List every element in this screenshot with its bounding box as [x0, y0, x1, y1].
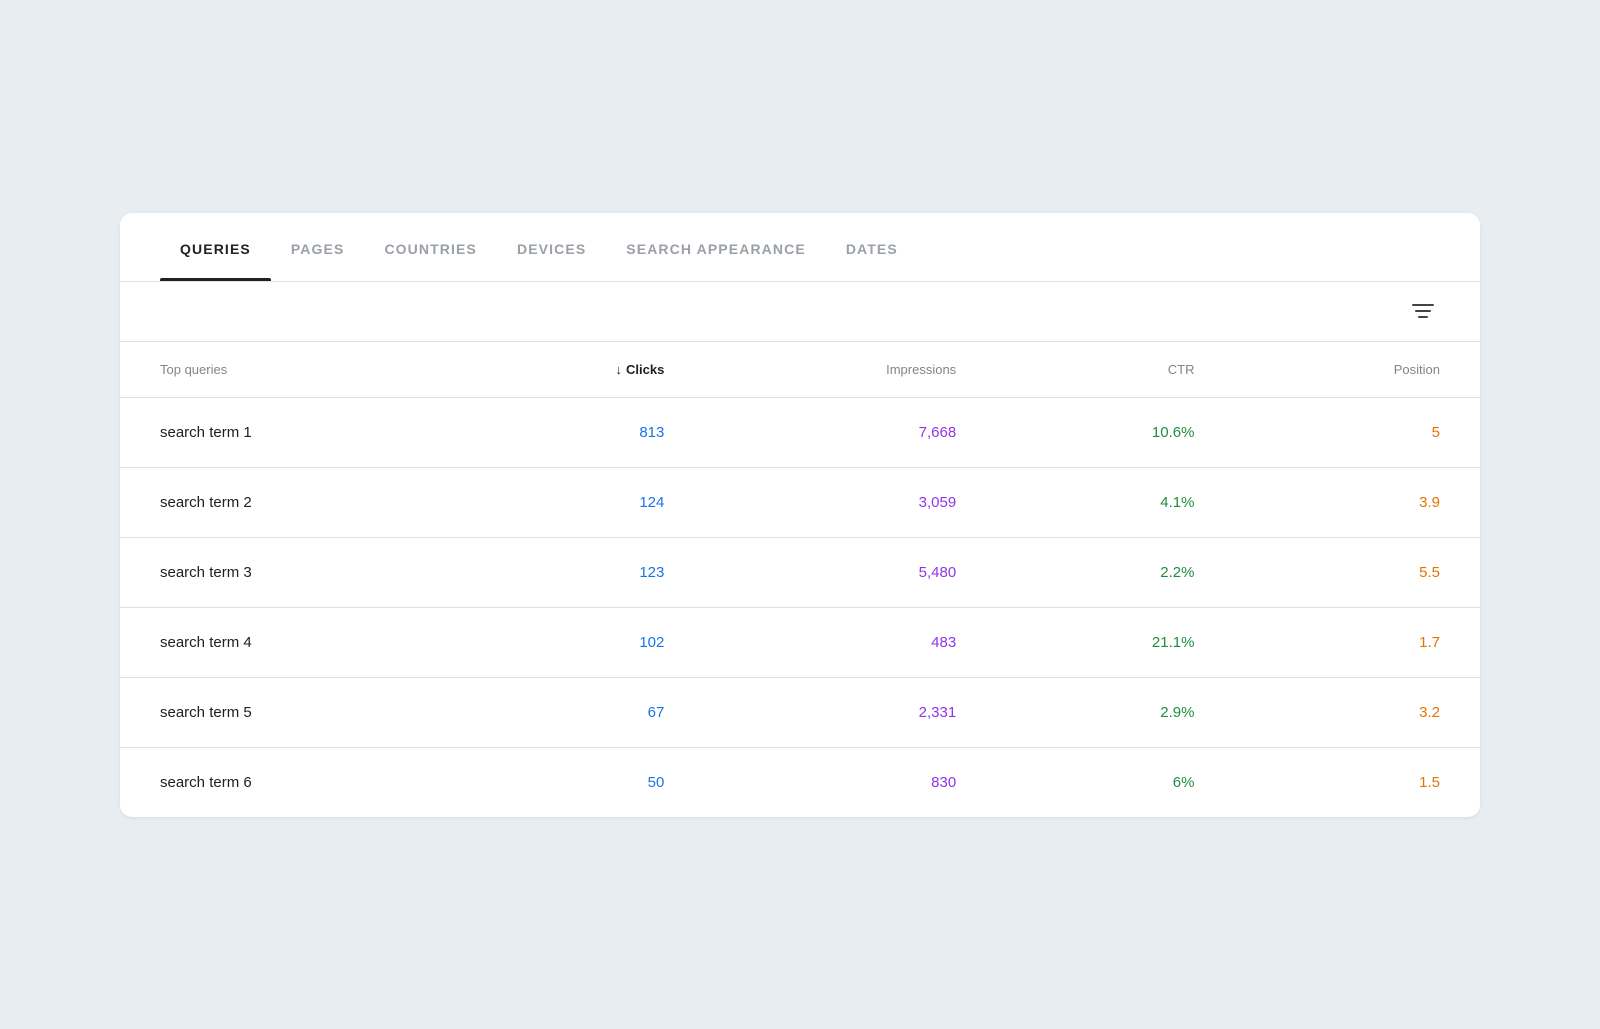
cell-query: search term 1	[120, 397, 454, 467]
filter-bar	[120, 282, 1480, 342]
cell-impressions: 5,480	[704, 537, 996, 607]
cell-query: search term 3	[120, 537, 454, 607]
tab-devices[interactable]: DEVICES	[497, 213, 606, 281]
tab-pages[interactable]: PAGES	[271, 213, 365, 281]
cell-clicks: 50	[454, 747, 704, 817]
cell-ctr: 2.9%	[996, 677, 1234, 747]
col-header-queries: Top queries	[120, 342, 454, 398]
queries-table: Top queries ↓Clicks Impressions CTR Posi…	[120, 342, 1480, 817]
tab-queries[interactable]: QUERIES	[160, 213, 271, 281]
col-clicks-label: Clicks	[626, 362, 664, 377]
cell-impressions: 830	[704, 747, 996, 817]
cell-clicks: 123	[454, 537, 704, 607]
tab-search-appearance[interactable]: SEARCH APPEARANCE	[606, 213, 826, 281]
cell-impressions: 7,668	[704, 397, 996, 467]
cell-query: search term 6	[120, 747, 454, 817]
tab-countries[interactable]: COUNTRIES	[364, 213, 497, 281]
cell-position: 1.7	[1234, 607, 1480, 677]
sort-arrow-icon: ↓	[616, 362, 623, 377]
cell-impressions: 483	[704, 607, 996, 677]
tab-navigation: QUERIES PAGES COUNTRIES DEVICES SEARCH A…	[120, 213, 1480, 282]
cell-impressions: 3,059	[704, 467, 996, 537]
cell-clicks: 102	[454, 607, 704, 677]
col-header-impressions[interactable]: Impressions	[704, 342, 996, 398]
cell-query: search term 2	[120, 467, 454, 537]
cell-clicks: 124	[454, 467, 704, 537]
col-header-ctr[interactable]: CTR	[996, 342, 1234, 398]
tab-dates[interactable]: DATES	[826, 213, 918, 281]
cell-position: 5.5	[1234, 537, 1480, 607]
cell-impressions: 2,331	[704, 677, 996, 747]
cell-ctr: 6%	[996, 747, 1234, 817]
cell-ctr: 2.2%	[996, 537, 1234, 607]
cell-clicks: 813	[454, 397, 704, 467]
table-row: search term 2 124 3,059 4.1% 3.9	[120, 467, 1480, 537]
table-row: search term 4 102 483 21.1% 1.7	[120, 607, 1480, 677]
cell-position: 1.5	[1234, 747, 1480, 817]
cell-ctr: 10.6%	[996, 397, 1234, 467]
col-header-position[interactable]: Position	[1234, 342, 1480, 398]
cell-position: 3.9	[1234, 467, 1480, 537]
table-header-row: Top queries ↓Clicks Impressions CTR Posi…	[120, 342, 1480, 398]
main-card: QUERIES PAGES COUNTRIES DEVICES SEARCH A…	[120, 213, 1480, 817]
cell-clicks: 67	[454, 677, 704, 747]
cell-query: search term 5	[120, 677, 454, 747]
table-row: search term 1 813 7,668 10.6% 5	[120, 397, 1480, 467]
table-row: search term 6 50 830 6% 1.5	[120, 747, 1480, 817]
cell-ctr: 21.1%	[996, 607, 1234, 677]
table-row: search term 3 123 5,480 2.2% 5.5	[120, 537, 1480, 607]
filter-button[interactable]	[1406, 298, 1440, 324]
cell-position: 3.2	[1234, 677, 1480, 747]
cell-query: search term 4	[120, 607, 454, 677]
col-header-clicks[interactable]: ↓Clicks	[454, 342, 704, 398]
table-row: search term 5 67 2,331 2.9% 3.2	[120, 677, 1480, 747]
cell-position: 5	[1234, 397, 1480, 467]
cell-ctr: 4.1%	[996, 467, 1234, 537]
